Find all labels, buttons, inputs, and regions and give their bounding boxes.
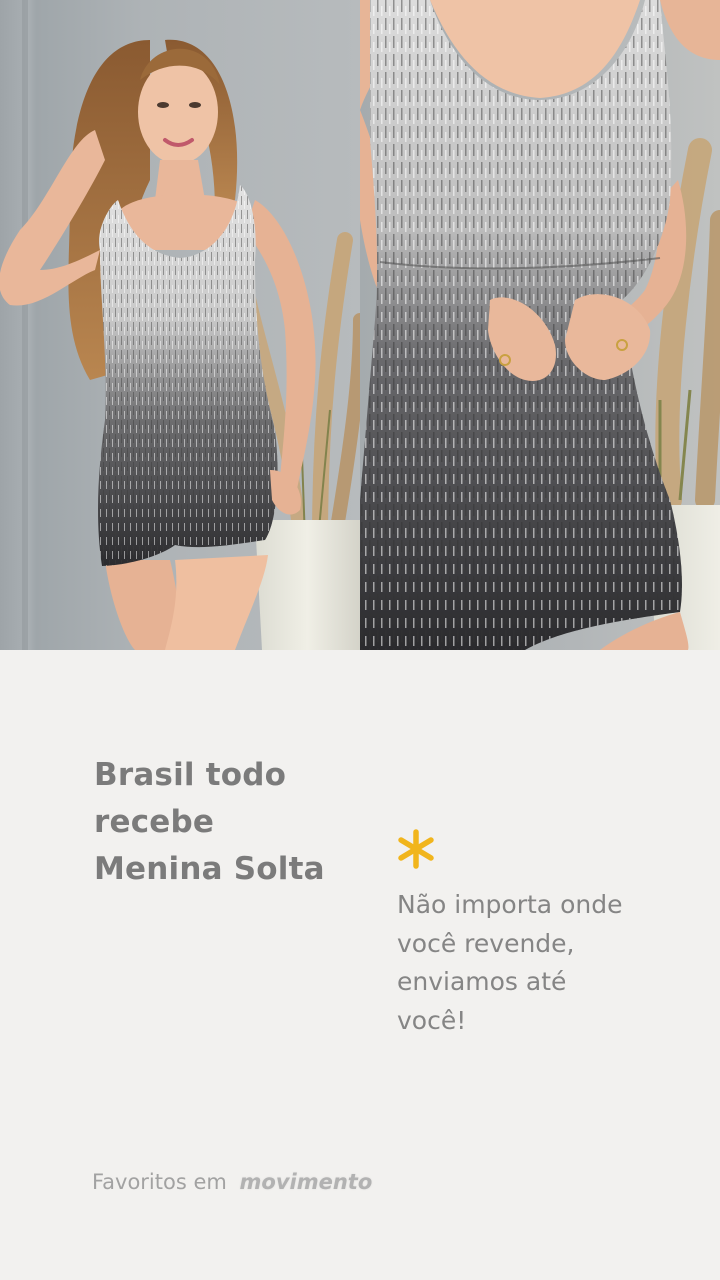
headline: Brasil todo recebe Menina Solta <box>94 752 374 893</box>
asterisk-icon <box>398 829 434 869</box>
footer-tagline: Favoritos em movimento <box>92 1170 372 1194</box>
product-photo-full-body <box>0 0 360 650</box>
product-photos <box>0 0 720 650</box>
body-line-2: você revende, <box>397 928 575 958</box>
footer-brand: movimento <box>239 1170 373 1194</box>
body-line-1: Não importa onde <box>397 890 623 919</box>
headline-line-2: recebe <box>94 804 215 840</box>
footer-text: Favoritos em <box>92 1170 227 1194</box>
body-line-4: você! <box>397 1005 467 1035</box>
headline-line-3: Menina Solta <box>94 851 325 887</box>
body-text: Não importa onde você revende, enviamos … <box>397 886 677 1040</box>
headline-line-1: Brasil todo <box>94 757 287 793</box>
body-line-3: enviamos até <box>397 967 567 996</box>
product-photo-closeup <box>360 0 720 650</box>
